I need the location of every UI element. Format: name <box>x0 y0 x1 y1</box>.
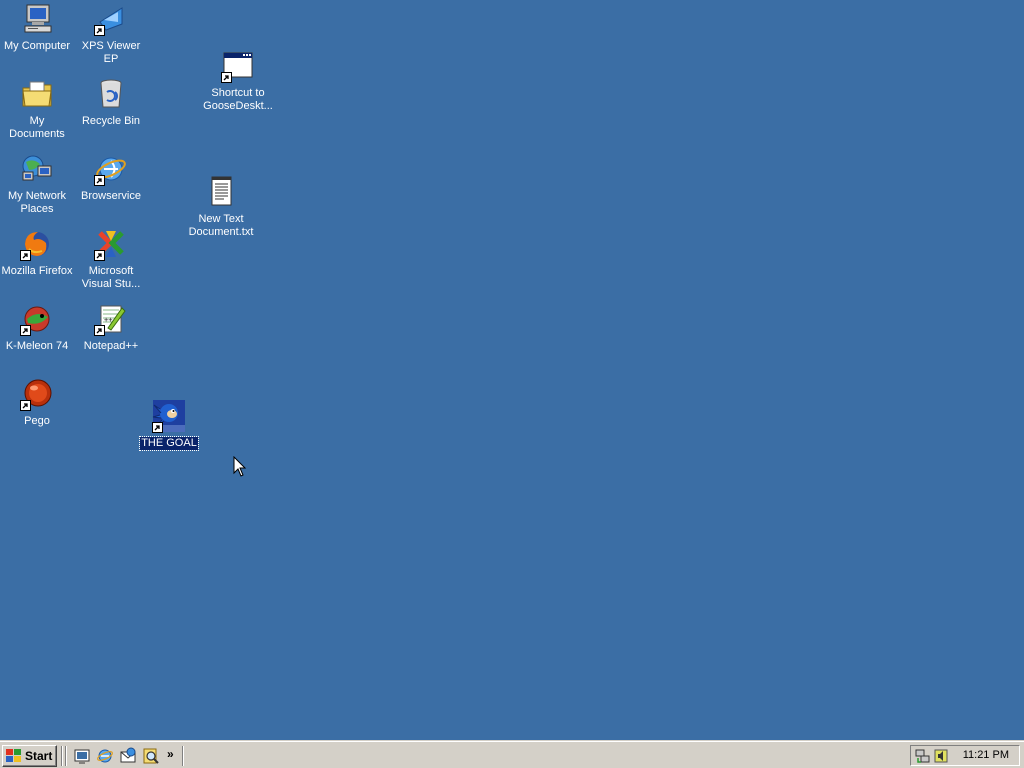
application-window-icon <box>221 49 255 83</box>
shortcut-arrow-icon <box>20 250 31 261</box>
desktop-icon-pego[interactable]: Pego <box>0 377 74 429</box>
text-document-icon <box>204 175 238 209</box>
pego-icon <box>20 377 54 411</box>
desktop-icon-label: Recycle Bin <box>81 115 141 127</box>
network-connection-icon <box>915 749 930 763</box>
tray-network-connection[interactable] <box>915 748 931 764</box>
desktop-icon-label: Shortcut to GooseDeskt... <box>203 87 273 112</box>
system-tray: 11:21 PM <box>910 745 1020 766</box>
desktop-icon-label: Browservice <box>81 190 141 202</box>
my-documents-icon <box>20 77 54 111</box>
quick-launch-outlook-express[interactable] <box>119 747 137 765</box>
desktop-icon-label: My Network Places <box>7 190 67 215</box>
desktop-icon-my-computer[interactable]: My Computer <box>0 2 74 54</box>
desktop-icon-visual-studio[interactable]: Microsoft Visual Stu... <box>74 227 148 292</box>
network-places-icon <box>20 152 54 186</box>
desktop-icon-k-meleon[interactable]: K-Meleon 74 <box>0 302 74 354</box>
svg-text:++: ++ <box>104 316 112 324</box>
desktop-icon-xps-viewer[interactable]: XPS Viewer EP <box>74 2 148 67</box>
desktop-icon-new-text-document[interactable]: New Text Document.txt <box>184 175 258 240</box>
visual-studio-icon <box>94 227 128 261</box>
desktop-icon-label: My Documents <box>9 115 65 140</box>
desktop-icon-goose-desktop[interactable]: Shortcut to GooseDeskt... <box>201 49 275 114</box>
desktop-icon-label: My Computer <box>3 40 71 52</box>
shortcut-arrow-icon <box>20 400 31 411</box>
shortcut-arrow-icon <box>152 422 163 433</box>
internet-explorer-icon <box>94 152 128 186</box>
desktop-icon-label: Microsoft Visual Stu... <box>81 265 141 290</box>
desktop-icon-browservice[interactable]: Browservice <box>74 152 148 204</box>
desktop-icon-my-network-places[interactable]: My Network Places <box>0 152 74 217</box>
xps-viewer-icon <box>94 2 128 36</box>
taskbar-separator <box>61 746 63 766</box>
notepad-plus-plus-icon: ++ <box>94 302 128 336</box>
desktop-icon-label: THE GOAL <box>139 436 199 451</box>
desktop-icon-label: Mozilla Firefox <box>1 265 73 277</box>
quick-launch-internet-explorer[interactable] <box>96 747 114 765</box>
quick-launch-grip[interactable] <box>65 746 67 766</box>
desktop-icon-the-goal[interactable]: THE GOAL <box>132 399 206 451</box>
volume-icon <box>934 749 948 763</box>
desktop[interactable]: My Computer XPS Viewer EP My Documents R… <box>0 0 1024 740</box>
desktop-icon-mozilla-firefox[interactable]: Mozilla Firefox <box>0 227 74 279</box>
firefox-icon <box>20 227 54 261</box>
shortcut-arrow-icon <box>94 175 105 186</box>
quick-launch-search[interactable] <box>142 747 160 765</box>
k-meleon-icon <box>20 302 54 336</box>
desktop-icon-label: New Text Document.txt <box>188 213 254 238</box>
desktop-icon-label: Pego <box>24 415 50 427</box>
taskbar: Start » 11:21 PM <box>0 740 1024 768</box>
desktop-icon-label: Notepad++ <box>83 340 139 352</box>
search-icon <box>143 748 159 764</box>
taskbar-clock[interactable]: 11:21 PM <box>963 749 1009 761</box>
show-desktop-icon <box>74 749 90 764</box>
start-button-label: Start <box>25 749 53 763</box>
shortcut-arrow-icon <box>94 25 105 36</box>
mouse-pointer-icon <box>233 456 247 477</box>
recycle-bin-icon <box>94 77 128 111</box>
desktop-icon-recycle-bin[interactable]: Recycle Bin <box>74 77 148 129</box>
taskbar-separator <box>182 746 184 766</box>
shortcut-arrow-icon <box>221 72 232 83</box>
desktop-icon-label: K-Meleon 74 <box>5 340 69 352</box>
tray-volume[interactable] <box>933 748 949 764</box>
internet-explorer-icon <box>97 749 113 763</box>
my-computer-icon <box>20 2 54 36</box>
outlook-express-icon <box>120 747 136 763</box>
shortcut-arrow-icon <box>94 250 105 261</box>
desktop-icon-my-documents[interactable]: My Documents <box>0 77 74 142</box>
sonic-image-icon <box>152 399 186 433</box>
shortcut-arrow-icon <box>94 325 105 336</box>
quick-launch-show-desktop[interactable] <box>73 747 91 765</box>
shortcut-arrow-icon <box>20 325 31 336</box>
desktop-icon-notepad-plus-plus[interactable]: ++ Notepad++ <box>74 302 148 354</box>
desktop-icon-label: XPS Viewer EP <box>81 40 141 65</box>
quick-launch-overflow-chevron[interactable]: » <box>167 746 177 764</box>
start-button[interactable]: Start <box>2 745 57 767</box>
windows-logo-icon <box>6 749 21 762</box>
